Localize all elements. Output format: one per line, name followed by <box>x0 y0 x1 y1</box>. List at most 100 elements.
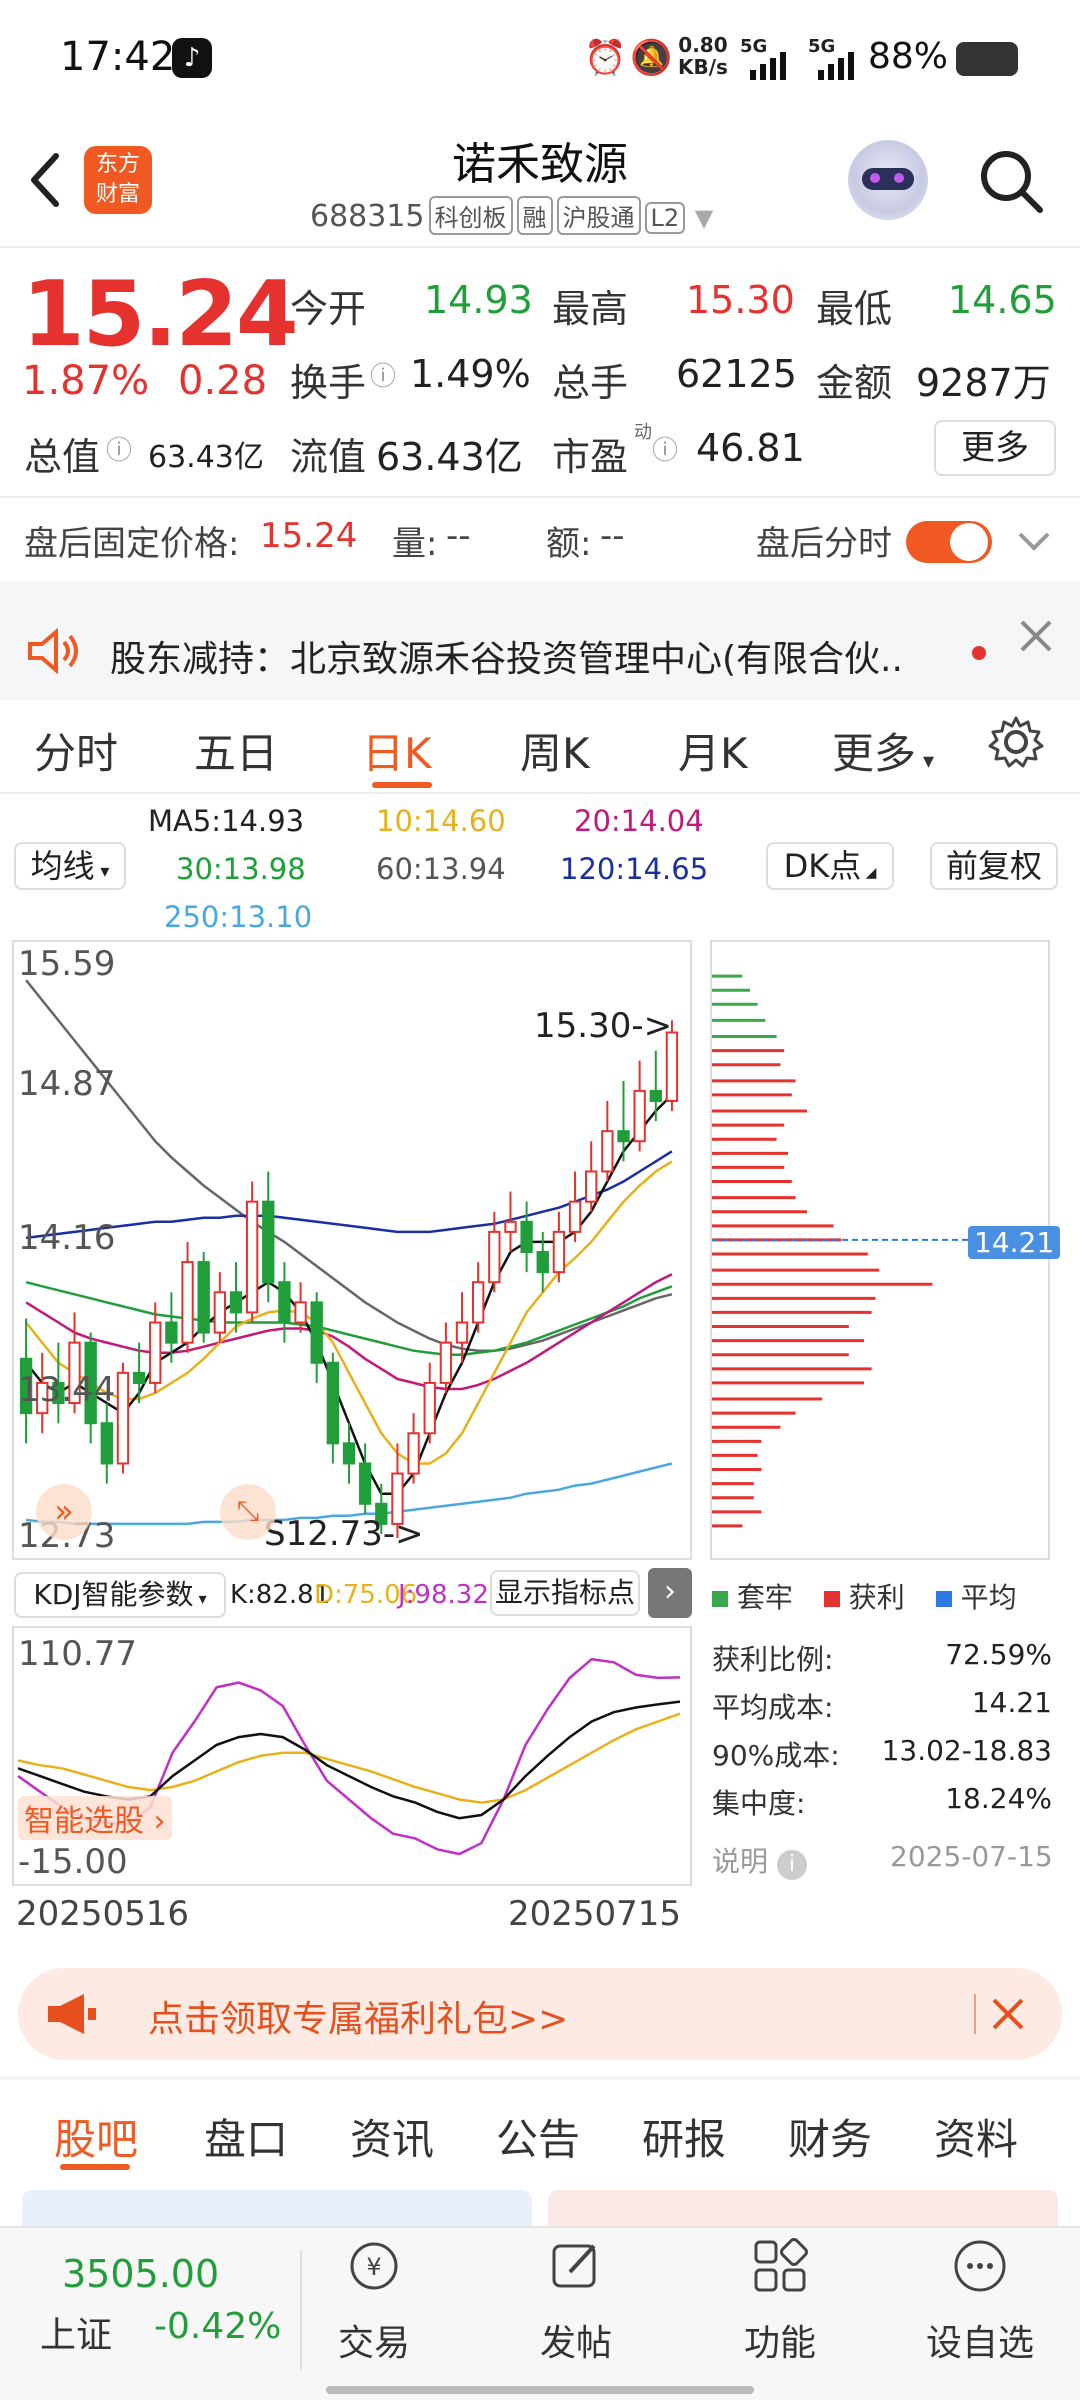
tab-active-underline <box>372 782 432 788</box>
profit-ratio-label: 获利比例: <box>712 1643 834 1676</box>
promo-text[interactable]: 点击领取专属福利礼包>> <box>148 1990 568 2042</box>
dk-point-button[interactable]: DK点 ◢ <box>766 842 894 890</box>
market-cap-info-icon[interactable]: ⓘ <box>106 430 132 467</box>
index-change[interactable]: -0.42% <box>154 2306 281 2347</box>
tab-guba[interactable]: 股吧 <box>54 2106 138 2167</box>
logo-text-2: 财富 <box>95 182 140 207</box>
smart-pick-label: 智能选股 <box>24 1804 144 1839</box>
open-value: 14.93 <box>424 278 533 322</box>
more-button[interactable]: 更多 <box>934 420 1056 476</box>
alarm-icon: ⏰ <box>584 38 627 78</box>
chip-note[interactable]: 说明 i <box>712 1840 807 1880</box>
candle-body <box>132 1371 146 1384</box>
header-divider <box>0 246 1080 248</box>
chip-distribution-chart[interactable]: 14.21 <box>710 940 1061 1560</box>
functions-icon[interactable] <box>750 2236 810 2296</box>
after-hours-price-label: 盘后固定价格: <box>24 524 240 564</box>
legend-average-label: 平均 <box>960 1581 1017 1614</box>
chevron-right-icon[interactable]: › <box>648 1568 692 1618</box>
tab-monthly-k[interactable]: 月K <box>678 720 748 781</box>
y-label-4: 13.44 <box>18 1370 116 1410</box>
high-label: 最高 <box>552 287 629 331</box>
turnover-info-icon[interactable]: ⓘ <box>370 356 396 393</box>
candle-body <box>294 1301 307 1324</box>
close-promo-icon[interactable] <box>988 1994 1028 2034</box>
content-card-left[interactable] <box>22 2190 532 2230</box>
tab-intraday[interactable]: 分时 <box>34 720 118 781</box>
tab-five-day[interactable]: 五日 <box>194 720 278 781</box>
tab-more[interactable]: 更多 ▾ <box>832 720 934 781</box>
index-name[interactable]: 上证 <box>40 2306 112 2358</box>
kline-chart[interactable]: 15.59 14.87 14.16 13.44 12.73 15.30-> S1… <box>12 940 692 1560</box>
candle-body <box>165 1321 178 1344</box>
y-label-2: 14.87 <box>18 1064 116 1104</box>
tab-profile[interactable]: 资料 <box>934 2106 1018 2167</box>
tab-weekly-k[interactable]: 周K <box>520 720 590 781</box>
functions-label[interactable]: 功能 <box>710 2314 850 2366</box>
home-indicator <box>326 2386 754 2394</box>
candle-body <box>585 1170 598 1203</box>
zoom-icon[interactable]: ⤡ <box>220 1484 276 1540</box>
tab-financials[interactable]: 财务 <box>788 2106 872 2167</box>
robot-assistant-icon[interactable] <box>848 140 928 220</box>
search-icon[interactable] <box>976 146 1046 216</box>
tab-research[interactable]: 研报 <box>642 2106 726 2167</box>
kdj-chart[interactable]: 110.77 -15.00 智能选股 › <box>12 1626 692 1886</box>
back-button[interactable] <box>22 150 72 210</box>
pe-info-icon[interactable]: ⓘ <box>652 430 678 467</box>
forward-adjust-button[interactable]: 前复权 <box>930 842 1058 890</box>
news-text[interactable]: 股东减持：北京致源禾谷投资管理中心(有限合伙.. <box>110 630 970 682</box>
candle-body <box>504 1220 517 1233</box>
kdj-j-value: J:98.32 <box>398 1580 489 1610</box>
content-card-right[interactable] <box>548 2190 1058 2230</box>
megaphone-icon <box>48 1994 96 2034</box>
amount-label: 金额 <box>816 361 893 405</box>
post-label[interactable]: 发帖 <box>506 2314 646 2366</box>
amount-value: 9287万 <box>916 361 1051 405</box>
pe-label: 市盈 <box>552 435 629 479</box>
tab-pankou[interactable]: 盘口 <box>204 2106 288 2167</box>
gear-icon[interactable] <box>986 712 1046 772</box>
low-value: 14.65 <box>948 278 1057 322</box>
ma10-label: 10:14.60 <box>376 804 506 838</box>
candle-body <box>601 1130 614 1173</box>
tag-kcb: 科创板 <box>428 196 513 235</box>
expand-icon[interactable]: » <box>36 1484 92 1540</box>
status-time: 17:42 <box>60 34 176 80</box>
market-cap-value: 63.43亿 <box>148 440 264 475</box>
tab-news[interactable]: 资讯 <box>350 2106 434 2167</box>
kdj-d-line <box>17 1712 681 1804</box>
candle-body <box>262 1200 275 1284</box>
network-speed: 0.80 KB/s <box>678 34 728 78</box>
app-logo[interactable]: 东方 财富 <box>84 146 152 214</box>
add-watchlist-icon[interactable] <box>950 2236 1010 2296</box>
trade-label[interactable]: 交易 <box>304 2314 444 2366</box>
ma-selector[interactable]: 均线 ▾ <box>14 842 126 890</box>
kdj-y-top: 110.77 <box>18 1634 137 1674</box>
index-value[interactable]: 3505.00 <box>62 2252 219 2296</box>
volume-value: 62125 <box>676 352 797 396</box>
tab-more-label: 更多 <box>832 729 917 778</box>
candle-body <box>455 1321 469 1344</box>
show-indicator-points-button[interactable]: 显示指标点 <box>490 1570 640 1616</box>
close-news-icon[interactable] <box>1016 616 1056 656</box>
speaker-icon <box>28 627 78 675</box>
high-value: 15.30 <box>686 278 795 322</box>
tabs-divider <box>0 792 1080 794</box>
open-label: 今开 <box>290 287 367 331</box>
trade-icon[interactable]: ¥ <box>344 2236 404 2296</box>
post-icon[interactable] <box>546 2236 606 2296</box>
pe-value: 46.81 <box>696 426 805 470</box>
ma30-label: 30:13.98 <box>176 852 306 886</box>
avg-cost-value: 14.21 <box>971 1686 1052 1719</box>
stock-code-row[interactable]: 688315 科创板融沪股通 L2 ▼ <box>310 196 713 235</box>
smart-stock-pick-button[interactable]: 智能选股 › <box>18 1796 172 1840</box>
tab-announcements[interactable]: 公告 <box>496 2106 580 2167</box>
dk-point-label: DK点 <box>783 847 862 885</box>
kdj-selector[interactable]: KDJ智能参数 ▾ <box>14 1572 226 1618</box>
tab-daily-k[interactable]: 日K <box>362 720 432 781</box>
chevron-down-icon[interactable] <box>1016 526 1052 556</box>
tag-l2: L2 <box>644 202 686 234</box>
change-percent: 1.87% <box>22 358 150 404</box>
add-watchlist-label[interactable]: 设自选 <box>910 2314 1050 2366</box>
